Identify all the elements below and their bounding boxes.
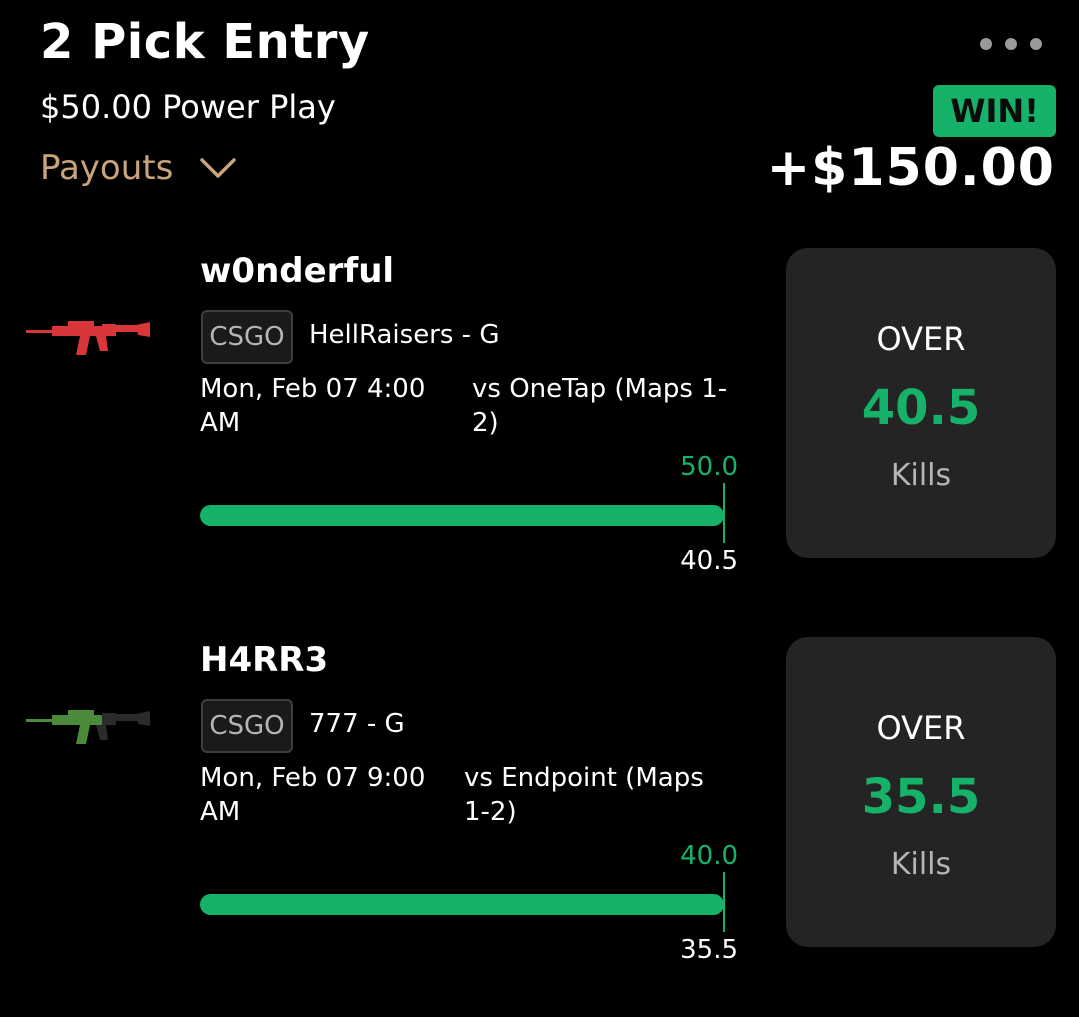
- pick-stat: Kills: [890, 458, 952, 493]
- opponent-label: vs OneTap (Maps 1-2): [472, 374, 728, 438]
- game-tag: CSGO: [201, 310, 293, 364]
- red-rifle-icon: [26, 321, 150, 355]
- pick-card[interactable]: OVER 35.5 Kills: [786, 637, 1056, 947]
- actual-value: 50.0: [680, 452, 738, 482]
- progress-bar: [200, 894, 724, 915]
- pick-direction: OVER: [876, 709, 966, 747]
- match-date: Mon, Feb 07 9:00 AM: [200, 763, 426, 827]
- pick-row[interactable]: H4RR3 CSGO 777 - G Mon, Feb 07 9:00 AM v…: [0, 637, 1079, 1017]
- player-name: H4RR3: [200, 640, 329, 680]
- line-value: 40.5: [680, 546, 738, 576]
- player-name: w0nderful: [200, 251, 395, 291]
- pick-direction: OVER: [876, 320, 966, 358]
- team-label: HellRaisers - G: [309, 320, 500, 350]
- pick-row[interactable]: w0nderful CSGO HellRaisers - G Mon, Feb …: [0, 248, 1079, 628]
- chevron-down-icon: [200, 158, 237, 178]
- payout-amount: +$150.00: [766, 138, 1055, 198]
- pick-card[interactable]: OVER 40.5 Kills: [786, 248, 1056, 558]
- progress-marker: [723, 483, 725, 543]
- payouts-toggle[interactable]: Payouts: [40, 148, 237, 188]
- entry-subtitle: $50.00 Power Play: [40, 88, 336, 126]
- pick-stat: Kills: [890, 847, 952, 882]
- opponent-label: vs Endpoint (Maps 1-2): [464, 763, 704, 827]
- pick-line: 35.5: [861, 769, 981, 825]
- payouts-label: Payouts: [40, 148, 174, 188]
- match-date: Mon, Feb 07 4:00 AM: [200, 374, 426, 438]
- actual-value: 40.0: [680, 841, 738, 871]
- line-value: 35.5: [680, 935, 738, 965]
- pick-line: 40.5: [861, 380, 981, 436]
- green-rifle-icon: [26, 710, 150, 744]
- game-tag: CSGO: [201, 699, 293, 753]
- more-options-icon[interactable]: [980, 38, 1042, 50]
- page-title: 2 Pick Entry: [40, 14, 370, 70]
- team-label: 777 - G: [309, 709, 405, 739]
- progress-bar: [200, 505, 724, 526]
- progress-marker: [723, 872, 725, 932]
- win-badge: WIN!: [933, 85, 1056, 137]
